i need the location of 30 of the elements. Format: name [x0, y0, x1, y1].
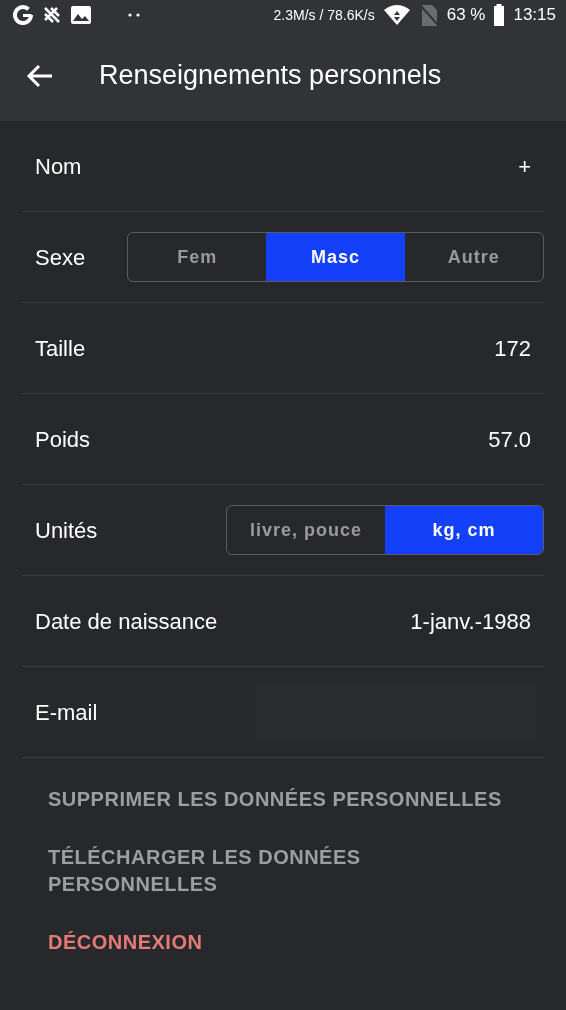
image-icon	[70, 5, 92, 25]
more-dots-icon	[128, 13, 140, 17]
wifi-icon	[382, 4, 411, 26]
battery-level: 63 %	[446, 4, 486, 27]
segment-option[interactable]: Fem	[128, 233, 267, 281]
field-label: Unités	[35, 516, 98, 545]
field-label: Nom	[35, 152, 82, 181]
segment-option[interactable]: Autre	[404, 233, 543, 281]
segment-option[interactable]: kg, cm	[385, 506, 543, 554]
field-label: Date de naissance	[35, 607, 218, 636]
logout-button[interactable]: DÉCONNEXION	[48, 929, 203, 956]
field-label: Poids	[35, 425, 91, 454]
field-value[interactable]: +	[518, 149, 531, 183]
screen-title: Renseignements personnels	[99, 59, 442, 92]
field-label: Taille	[35, 334, 86, 363]
battery-icon	[493, 3, 506, 27]
action-button[interactable]: TÉLÉCHARGER LES DONNÉES PERSONNELLES	[48, 844, 518, 898]
clock-time: 13:15	[513, 4, 556, 27]
crossed-lines-icon	[42, 5, 62, 25]
back-arrow-icon[interactable]	[26, 63, 54, 88]
field-value[interactable]: 57.0	[488, 422, 531, 456]
field-label: Sexe	[35, 243, 86, 272]
google-icon	[12, 4, 34, 26]
field-value[interactable]: 1-janv.-1988	[410, 604, 531, 638]
action-button[interactable]: SUPPRIMER LES DONNÉES PERSONNELLES	[48, 786, 502, 813]
segment-option[interactable]: livre, pouce	[227, 506, 385, 554]
segment-option[interactable]: Masc	[266, 233, 405, 281]
field-value[interactable]: 172	[494, 331, 531, 365]
field-label: E-mail	[35, 698, 98, 727]
network-speed: 2.3M/s / 78.6K/s	[273, 5, 375, 25]
